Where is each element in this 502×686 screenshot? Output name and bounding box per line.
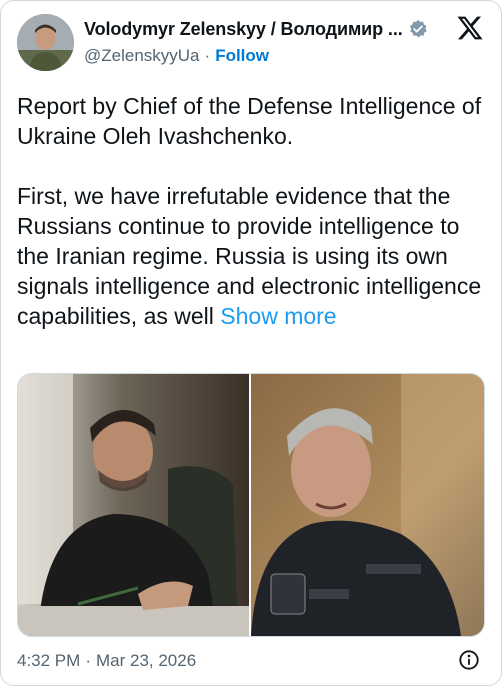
follow-button[interactable]: Follow bbox=[215, 46, 269, 66]
post-date[interactable]: Mar 23, 2026 bbox=[96, 651, 196, 671]
separator-dot: · bbox=[204, 46, 211, 65]
photo-zelensky-at-desk[interactable] bbox=[18, 374, 251, 636]
media-grid bbox=[17, 373, 485, 637]
author-handle-row: @ZelenskyyUa · Follow bbox=[84, 45, 269, 67]
author-name-row: Volodymyr Zelenskyy / Володимир ... bbox=[84, 16, 428, 42]
timestamp-row: 4:32 PM · Mar 23, 2026 bbox=[17, 649, 196, 673]
tweet-card: Volodymyr Zelenskyy / Володимир ... @Zel… bbox=[0, 0, 502, 686]
verified-badge-icon bbox=[409, 19, 427, 38]
photo-ivashchenko-speaking[interactable] bbox=[251, 374, 484, 636]
separator-dot: · bbox=[85, 651, 91, 670]
tweet-text: Report by Chief of the Defense Intellige… bbox=[17, 91, 487, 331]
author-display-name[interactable]: Volodymyr Zelenskyy / Володимир ... bbox=[84, 19, 403, 40]
post-time[interactable]: 4:32 PM bbox=[17, 651, 80, 671]
tweet-body: Report by Chief of the Defense Intellige… bbox=[17, 93, 482, 329]
info-icon[interactable] bbox=[458, 649, 480, 671]
author-handle[interactable]: @ZelenskyyUa bbox=[84, 46, 200, 66]
author-avatar[interactable] bbox=[17, 14, 74, 71]
x-logo-icon[interactable] bbox=[456, 14, 484, 42]
show-more-link[interactable]: Show more bbox=[220, 303, 336, 329]
